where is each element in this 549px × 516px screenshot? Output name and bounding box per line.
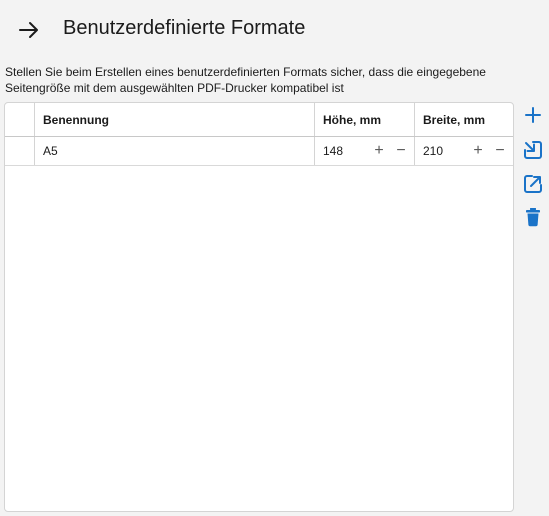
width-value[interactable]: 210 (423, 144, 469, 158)
column-header-name[interactable]: Benennung (35, 103, 315, 136)
width-cell[interactable]: 210 + − (415, 137, 513, 165)
row-selector[interactable] (5, 137, 35, 165)
height-stepper: + − (370, 142, 414, 160)
arrow-right-icon (19, 22, 38, 38)
header: Benutzerdefinierte Formate (0, 0, 549, 60)
formats-table: Benennung Höhe, mm Breite, mm A5 148 + −… (4, 102, 514, 512)
column-header-height[interactable]: Höhe, mm (315, 103, 415, 136)
import-button[interactable] (520, 137, 546, 163)
height-value[interactable]: 148 (323, 144, 370, 158)
column-header-select (5, 103, 35, 136)
width-decrease-button[interactable]: − (491, 142, 509, 160)
height-increase-button[interactable]: + (370, 142, 388, 160)
height-cell[interactable]: 148 + − (315, 137, 415, 165)
name-cell[interactable]: A5 (35, 137, 315, 165)
trash-icon (526, 208, 540, 227)
width-stepper: + − (469, 142, 513, 160)
width-increase-button[interactable]: + (469, 142, 487, 160)
page-title: Benutzerdefinierte Formate (63, 17, 306, 39)
delete-button[interactable] (520, 204, 546, 230)
name-value: A5 (43, 144, 58, 158)
back-button[interactable] (14, 16, 44, 44)
plus-icon (525, 107, 541, 123)
height-decrease-button[interactable]: − (392, 142, 410, 160)
export-button[interactable] (520, 171, 546, 197)
add-format-button[interactable] (520, 102, 546, 128)
info-text: Stellen Sie beim Erstellen eines benutze… (5, 65, 486, 95)
table-header-row: Benennung Höhe, mm Breite, mm (5, 103, 513, 137)
column-header-width[interactable]: Breite, mm (415, 103, 513, 136)
export-icon (524, 175, 542, 193)
table-row[interactable]: A5 148 + − 210 + − (5, 137, 513, 166)
import-icon (524, 141, 542, 159)
